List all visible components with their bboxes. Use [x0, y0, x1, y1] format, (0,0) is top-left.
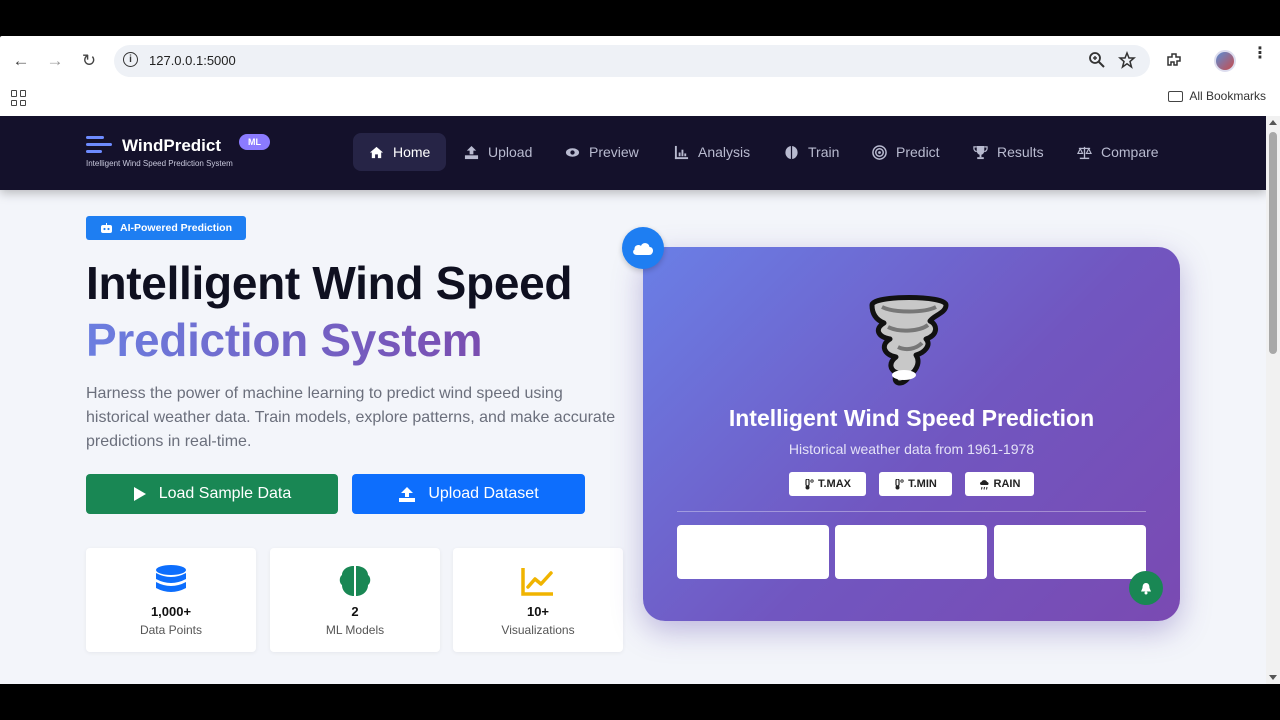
- load-sample-label: Load Sample Data: [158, 485, 292, 502]
- menu-icon[interactable]: ⋮: [1252, 46, 1268, 62]
- nav-analysis[interactable]: Analysis: [658, 133, 766, 171]
- nav-label: Home: [393, 144, 431, 160]
- tornado-icon: [869, 295, 949, 386]
- reload-icon[interactable]: ↻: [78, 50, 100, 72]
- upload-icon: [399, 486, 416, 502]
- brand-name: WindPredict: [122, 136, 222, 155]
- forward-icon[interactable]: →: [44, 50, 66, 72]
- chip-tmin: T.MIN: [879, 472, 952, 496]
- apps-icon[interactable]: [11, 90, 27, 106]
- chip-label: RAIN: [993, 478, 1021, 490]
- scale-icon: [1077, 146, 1092, 159]
- stat-card-ml-models: 2 ML Models: [270, 548, 440, 652]
- chip-label: T.MAX: [818, 478, 851, 490]
- database-icon: [156, 565, 186, 592]
- nav-results[interactable]: Results: [957, 133, 1060, 171]
- hero-title-line1: Intelligent Wind Speed: [86, 257, 573, 309]
- stat-card-visualizations: 10+ Visualizations: [453, 548, 623, 652]
- hero-card: Intelligent Wind Speed Prediction Histor…: [643, 247, 1180, 621]
- robot-icon: [100, 222, 112, 233]
- home-icon: [369, 146, 384, 158]
- cloud-icon: [633, 243, 654, 255]
- nav-label: Upload: [488, 144, 533, 160]
- zoom-icon[interactable]: [1088, 51, 1106, 74]
- avatar[interactable]: [1214, 50, 1236, 72]
- back-icon[interactable]: ←: [10, 50, 32, 72]
- card-subtitle: Historical weather data from 1961-1978: [788, 441, 1035, 457]
- hero-title-line2: Prediction System: [86, 314, 483, 366]
- card-divider: [677, 511, 1146, 512]
- navbar: WindPredict ML Intelligent Wind Speed Pr…: [0, 116, 1266, 190]
- upload-dataset-button[interactable]: Upload Dataset: [352, 474, 585, 514]
- bell-icon: [1141, 582, 1151, 594]
- nav-label: Analysis: [698, 144, 751, 160]
- stat-label: Visualizations: [501, 623, 575, 637]
- page-content: WindPredict ML Intelligent Wind Speed Pr…: [0, 116, 1266, 684]
- all-bookmarks-label: All Bookmarks: [1189, 89, 1266, 103]
- brand-tagline: Intelligent Wind Speed Prediction System: [86, 159, 233, 168]
- browser-toolbar: ← → ↻ i 127.0.0.1:5000 ⋮ All Bookmarks: [0, 36, 1280, 116]
- browser-tab-strip: [0, 0, 1280, 36]
- stat-label: ML Models: [325, 623, 385, 637]
- card-stat-box: [994, 525, 1146, 579]
- address-bar[interactable]: i 127.0.0.1:5000: [114, 45, 1150, 77]
- nav-home[interactable]: Home: [353, 133, 447, 171]
- nav-upload[interactable]: Upload: [448, 133, 548, 171]
- target-icon: [872, 144, 887, 160]
- ai-badge-label: AI-Powered Prediction: [119, 222, 233, 234]
- hero-description: Harness the power of machine learning to…: [86, 385, 616, 450]
- upload-icon: [464, 145, 479, 159]
- folder-icon: [1168, 90, 1184, 102]
- nav-compare[interactable]: Compare: [1061, 133, 1175, 171]
- stat-label: Data Points: [139, 623, 203, 637]
- nav-label: Compare: [1101, 144, 1159, 160]
- scrollbar-thumb[interactable]: [1269, 132, 1277, 354]
- load-sample-data-button[interactable]: Load Sample Data: [86, 474, 338, 514]
- chip-rain: RAIN: [965, 472, 1034, 496]
- upload-dataset-label: Upload Dataset: [428, 485, 539, 502]
- nav-preview[interactable]: Preview: [549, 133, 655, 171]
- nav-label: Predict: [896, 144, 940, 160]
- play-icon: [133, 487, 146, 501]
- nav-label: Results: [997, 144, 1044, 160]
- extensions-icon[interactable]: [1165, 51, 1183, 74]
- all-bookmarks-button[interactable]: All Bookmarks: [1168, 89, 1266, 103]
- chart-line-icon: [521, 568, 553, 596]
- rain-icon: [979, 479, 989, 490]
- stat-value: 1,000+: [150, 604, 192, 619]
- card-title: Intelligent Wind Speed Prediction: [728, 405, 1095, 431]
- wind-icon: [86, 134, 112, 158]
- card-stat-box: [835, 525, 987, 579]
- stat-value: 10+: [526, 604, 550, 619]
- nav-predict[interactable]: Predict: [856, 133, 956, 171]
- chip-label: T.MIN: [908, 478, 937, 490]
- nav-label: Preview: [589, 144, 639, 160]
- stat-value: 2: [351, 604, 359, 619]
- star-icon[interactable]: [1118, 50, 1136, 74]
- card-stat-box: [677, 525, 829, 579]
- scroll-down-icon[interactable]: [1269, 675, 1277, 680]
- brain-icon: [785, 145, 798, 159]
- bottom-bar: [0, 684, 1280, 720]
- site-info-icon[interactable]: i: [123, 52, 138, 67]
- ai-badge: AI-Powered Prediction: [86, 216, 246, 240]
- address-url[interactable]: 127.0.0.1:5000: [149, 53, 236, 68]
- notification-button[interactable]: [1129, 571, 1163, 605]
- cloud-badge: [622, 227, 664, 269]
- chip-tmax: T.MAX: [789, 472, 866, 496]
- stat-card-data-points: 1,000+ Data Points: [86, 548, 256, 652]
- brain-icon: [339, 566, 371, 596]
- nav-label: Train: [808, 144, 840, 160]
- thermometer-icon: [895, 478, 904, 489]
- nav-train[interactable]: Train: [768, 133, 855, 171]
- page-scrollbar[interactable]: [1266, 116, 1280, 684]
- eye-icon: [565, 147, 580, 157]
- trophy-icon: [973, 145, 988, 159]
- scroll-up-icon[interactable]: [1269, 120, 1277, 125]
- ml-badge: ML: [239, 134, 270, 150]
- chart-icon: [674, 145, 689, 159]
- thermometer-icon: [805, 478, 814, 489]
- bookmarks-bar: All Bookmarks: [0, 84, 1280, 116]
